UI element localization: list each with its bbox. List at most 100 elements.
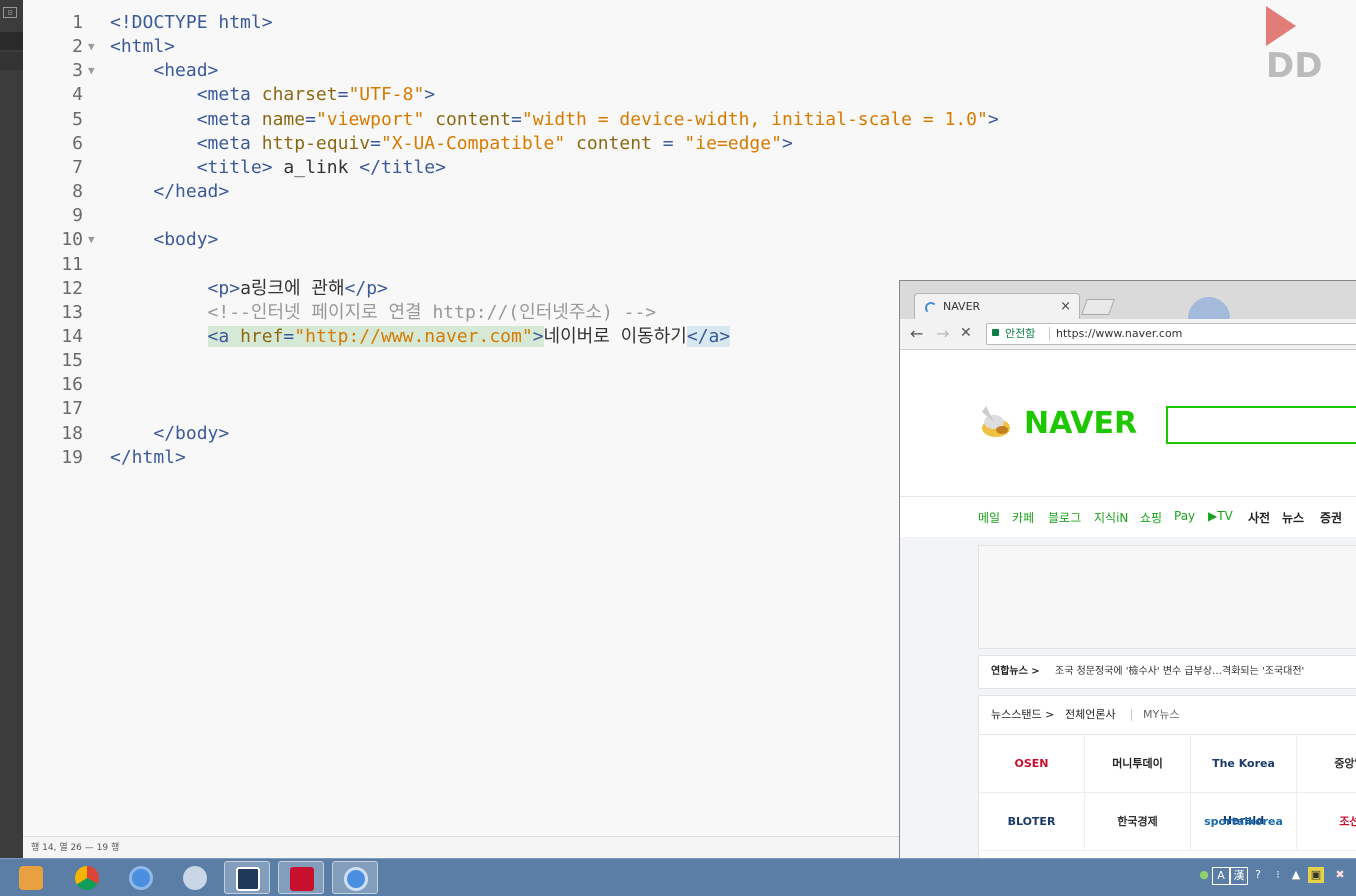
taskbar-chrome-2[interactable] [118, 861, 164, 894]
naver-menu-item[interactable]: 지식iN [1094, 509, 1128, 526]
code-text[interactable]: <html> [110, 35, 175, 59]
settings-tray-icon[interactable]: ⁝ [1270, 867, 1286, 883]
naver-menu-item[interactable]: 카페 [1012, 509, 1034, 526]
code-text[interactable]: <body> [110, 228, 218, 252]
code-line[interactable]: 7 <title> a_link </title> [23, 156, 1356, 180]
code-token: = [651, 132, 685, 154]
code-text[interactable]: </html> [110, 446, 186, 470]
help-icon[interactable]: ? [1250, 867, 1266, 883]
taskbar-chrome-active[interactable] [332, 861, 378, 894]
code-text[interactable]: <meta name="viewport" content="width = d… [110, 108, 999, 132]
code-token: <meta [196, 132, 262, 154]
news-headline[interactable]: 조국 청문정국에 '檢수사' 변수 급부상…격화되는 '조국대전' [1055, 656, 1304, 688]
press-logo[interactable]: sportalkorea [1191, 793, 1297, 851]
code-text[interactable]: <a href="http://www.naver.com">네이버로 이동하기… [110, 325, 731, 349]
stop-loading-icon[interactable]: ✕ [960, 325, 972, 341]
code-token: = [511, 108, 522, 130]
panel-toggle-icon[interactable]: ⊟ [3, 7, 17, 18]
show-hidden-icons[interactable]: ▲ [1288, 867, 1304, 883]
code-text[interactable]: </head> [110, 180, 229, 204]
code-text[interactable]: <p>a링크에 관해</p> [110, 277, 388, 301]
naver-menu-item[interactable]: 사전 [1248, 509, 1270, 526]
brand-logo-text: DD [1266, 45, 1323, 86]
back-arrow-icon[interactable]: ← [910, 324, 923, 343]
code-token: <p> [207, 277, 241, 299]
code-text[interactable]: </body> [110, 422, 229, 446]
code-token: = [337, 84, 349, 106]
code-token: content [576, 132, 652, 154]
naver-menu-item[interactable]: ▶TV [1208, 509, 1233, 523]
code-text[interactable]: <!--인터넷 페이지로 연결 http://(인터넷주소) --> [110, 301, 657, 325]
code-line[interactable]: 8 </head> [23, 180, 1356, 204]
fold-arrow-icon[interactable]: ▼ [88, 59, 95, 83]
code-text[interactable]: <meta http-equiv="X-UA-Compatible" conte… [110, 132, 793, 156]
code-text[interactable]: <!DOCTYPE html> [110, 11, 273, 35]
url-text[interactable]: https://www.naver.com [1056, 324, 1182, 344]
press-logo[interactable]: 한국경제 [1085, 793, 1191, 851]
naver-search-input[interactable] [1166, 406, 1356, 444]
press-logo[interactable]: BLOTER [979, 793, 1085, 851]
tab-close-icon[interactable]: × [1060, 294, 1071, 320]
code-line[interactable]: 1 <!DOCTYPE html> [23, 11, 1356, 35]
code-line[interactable]: 4 <meta charset="UTF-8"> [23, 83, 1356, 107]
naver-menu-item[interactable]: 쇼핑 [1140, 509, 1162, 526]
code-line[interactable]: 3 ▼ <head> [23, 59, 1356, 83]
fold-arrow-icon[interactable]: ▼ [88, 35, 95, 59]
update-tray-icon[interactable]: ▣ [1308, 867, 1324, 883]
ad-banner[interactable] [978, 545, 1356, 649]
newsstand-label[interactable]: 뉴스스탠드 > [991, 696, 1054, 734]
code-text[interactable]: <head> [110, 59, 218, 83]
naver-logo-text[interactable]: NAVER [1024, 406, 1137, 441]
headline-news-bar[interactable]: 연합뉴스 > 조국 청문정국에 '檢수사' 변수 급부상…격화되는 '조국대전' [978, 655, 1356, 689]
volume-muted-icon[interactable]: ✖ [1332, 867, 1348, 883]
naver-menu-item[interactable]: 메일 [978, 509, 1000, 526]
forward-arrow-icon[interactable]: → [936, 324, 949, 343]
code-line[interactable]: 2 ▼ <html> [23, 35, 1356, 59]
hanja-icon[interactable]: 漢 [1230, 867, 1248, 885]
code-text[interactable]: <meta charset="UTF-8"> [110, 83, 435, 107]
code-line[interactable]: 10 ▼ <body> [23, 228, 1356, 252]
naver-content-area: 연합뉴스 > 조국 청문정국에 '檢수사' 변수 급부상…격화되는 '조국대전'… [900, 537, 1356, 859]
code-line[interactable]: 5 <meta name="viewport" content="width =… [23, 108, 1356, 132]
fold-arrow-icon[interactable]: ▼ [88, 228, 95, 252]
press-logo[interactable]: 조선 [1297, 793, 1356, 851]
press-logo[interactable]: 머니투데이 [1085, 735, 1191, 793]
newsstand-all-tab[interactable]: 전체언론사 [1065, 696, 1116, 734]
line-number: 8 [72, 181, 83, 203]
code-line[interactable]: 9 [23, 204, 1356, 228]
naver-menu-item[interactable]: Pay [1174, 509, 1195, 523]
line-number: 19 [61, 446, 83, 468]
code-token: charset [261, 84, 338, 106]
code-line[interactable]: 6 <meta http-equiv="X-UA-Compatible" con… [23, 132, 1356, 156]
taskbar-brackets-editor[interactable] [224, 861, 270, 894]
taskbar-acrobat[interactable] [278, 861, 324, 894]
taskbar-media-player[interactable] [8, 861, 54, 894]
taskbar-snipping-tool[interactable] [172, 861, 218, 894]
new-tab-button[interactable] [1081, 299, 1115, 315]
naver-service-menu: 메일 카페 블로그 지식iN 쇼핑 Pay ▶TV 사전 뉴스 증권 [900, 496, 1356, 538]
browser-tab-naver[interactable]: NAVER × [914, 293, 1080, 320]
media-player-icon [19, 866, 43, 890]
taskbar-chrome[interactable] [64, 861, 110, 894]
press-logo[interactable]: The Korea Herald [1191, 735, 1297, 827]
editor-status-bar: 행 14, 열 26 — 19 행 [23, 836, 900, 858]
code-line[interactable]: 11 [23, 253, 1356, 277]
naver-menu-item[interactable]: 증권 [1320, 509, 1342, 526]
newsstand-my-tab[interactable]: MY뉴스 [1143, 696, 1179, 734]
code-text[interactable]: <title> a_link </title> [110, 156, 446, 180]
naver-page: NAVER 메일 카페 블로그 지식iN 쇼핑 Pay ▶TV 사전 뉴스 증권 연합뉴스 > 조… [900, 350, 1356, 859]
code-token: "ie=edge" [684, 132, 782, 154]
naver-menu-item[interactable]: 블로그 [1048, 509, 1081, 526]
browser-window[interactable]: NAVER × ← → ✕ 안전함 https://www.naver.com … [899, 280, 1356, 860]
newsstand-header: 뉴스스탠드 > 전체언론사 MY뉴스 [979, 696, 1356, 735]
code-token: http-equiv [261, 132, 371, 154]
ime-mode-icon[interactable]: A [1212, 867, 1230, 885]
news-source-label[interactable]: 연합뉴스 > [991, 656, 1040, 688]
press-logo[interactable]: OSEN [979, 735, 1085, 793]
address-bar[interactable]: 안전함 https://www.naver.com [986, 323, 1356, 345]
network-tray-icon[interactable]: ● [1196, 867, 1212, 883]
press-logo[interactable]: 중앙일 [1297, 735, 1356, 793]
naver-menu-item[interactable]: 뉴스 [1282, 509, 1304, 526]
